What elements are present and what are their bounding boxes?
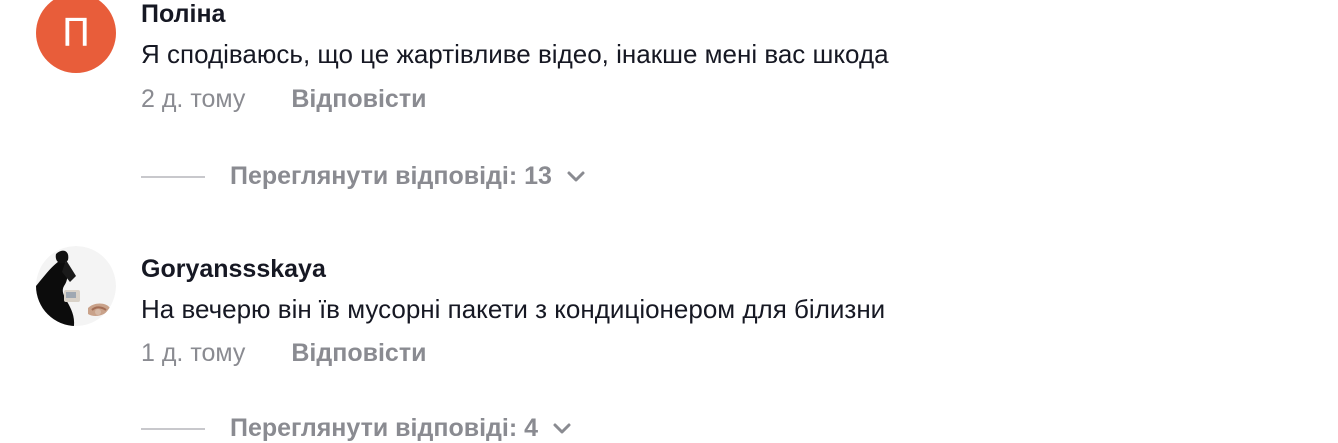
reply-button[interactable]: Відповісти xyxy=(291,339,426,368)
view-replies-label: Переглянути відповіді: 4 xyxy=(230,414,539,442)
comment-username[interactable]: Поліна xyxy=(141,0,225,29)
view-replies-button[interactable]: Переглянути відповіді: 4 xyxy=(141,414,572,443)
comment-text: На вечерю він їв мусорні пакети з кондиц… xyxy=(141,294,886,324)
replies-divider-line xyxy=(141,427,205,430)
comment-username[interactable]: Goryanssskaya xyxy=(141,255,326,284)
avatar-letter: П xyxy=(61,11,91,55)
comment-timestamp: 1 д. тому xyxy=(141,339,246,367)
profile-photo-image xyxy=(36,246,116,326)
view-replies-button[interactable]: Переглянути відповіді: 13 xyxy=(141,162,586,191)
comment-text: Я сподіваюсь, що це жартівливе відео, ін… xyxy=(141,39,889,69)
comment-meta: 1 д. тому Відповісти xyxy=(141,339,426,368)
comment-timestamp: 2 д. тому xyxy=(141,85,246,113)
reply-button[interactable]: Відповісти xyxy=(291,85,426,114)
chevron-down-icon xyxy=(552,422,572,436)
view-replies-label: Переглянути відповіді: 13 xyxy=(230,162,552,190)
avatar[interactable]: П xyxy=(36,0,116,73)
avatar[interactable] xyxy=(36,246,116,326)
replies-divider-line xyxy=(141,175,205,178)
comment-meta: 2 д. тому Відповісти xyxy=(141,85,426,114)
chevron-down-icon xyxy=(566,170,586,184)
